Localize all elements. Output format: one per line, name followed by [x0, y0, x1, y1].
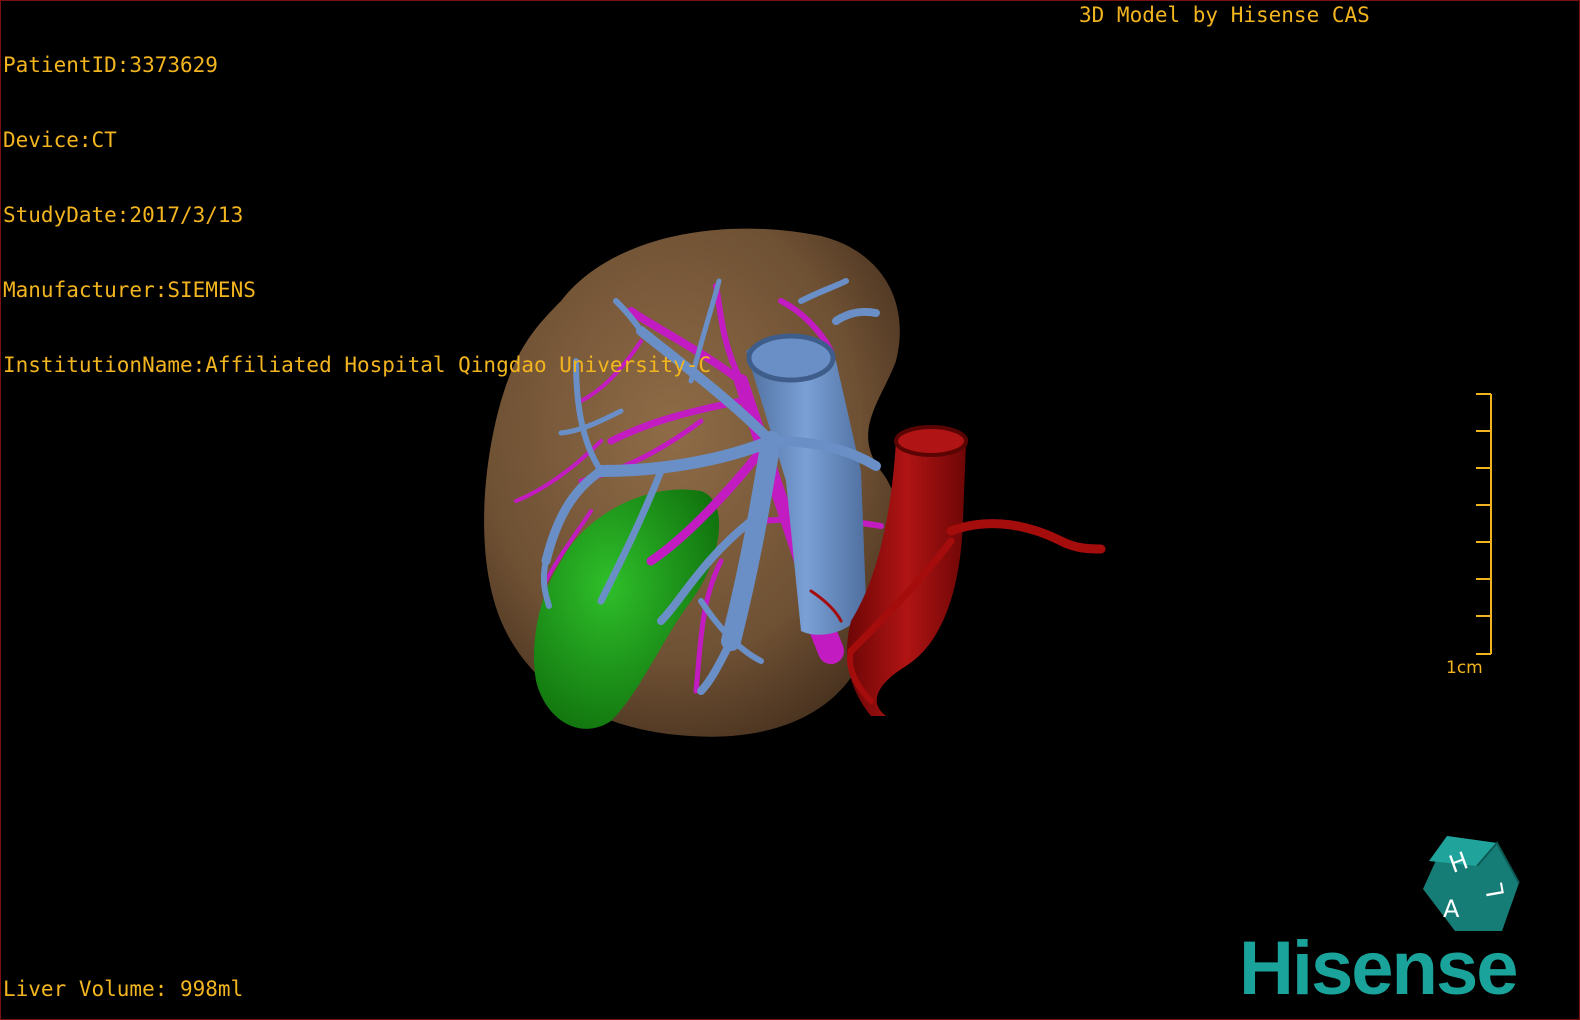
hisense-logo: Hisense — [1239, 926, 1518, 1011]
manufacturer: Manufacturer:SIEMENS — [3, 278, 256, 302]
study-date: StudyDate:2017/3/13 — [3, 203, 244, 227]
institution-name: InstitutionName:Affiliated Hospital Qing… — [3, 353, 712, 377]
aorta-opening — [894, 425, 968, 457]
dicom-info-overlay: PatientID:3373629 Device:CT StudyDate:20… — [3, 3, 711, 428]
3d-viewport[interactable]: PatientID:3373629 Device:CT StudyDate:20… — [0, 0, 1580, 1020]
scale-bar — [1476, 393, 1492, 655]
model-credit: 3D Model by Hisense CAS — [1079, 3, 1370, 27]
liver-volume: Liver Volume: 998ml — [3, 977, 244, 1001]
patient-id: PatientID:3373629 — [3, 53, 218, 77]
orientation-cube-icon[interactable]: H A L — [1417, 831, 1527, 941]
ivc-opening — [746, 333, 836, 383]
device: Device:CT — [3, 128, 117, 152]
scale-bar-label: 1cm — [1446, 658, 1483, 678]
orientation-letter-a: A — [1443, 895, 1460, 923]
